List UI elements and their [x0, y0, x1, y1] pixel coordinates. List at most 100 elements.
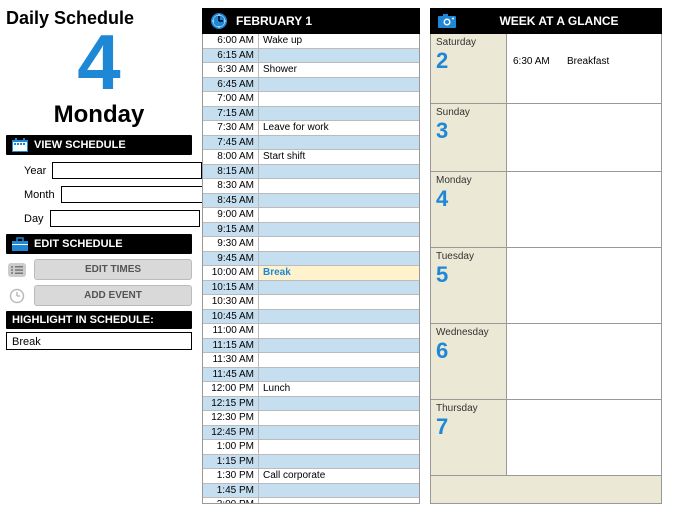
schedule-event[interactable] [259, 426, 419, 440]
schedule-row[interactable]: 6:45 AM [203, 78, 419, 93]
schedule-event[interactable] [259, 179, 419, 193]
week-event-cell[interactable] [507, 400, 661, 475]
week-row[interactable]: Wednesday6 [431, 324, 661, 400]
schedule-row[interactable]: 6:00 AMWake up [203, 34, 419, 49]
day-label: Day [24, 213, 44, 225]
schedule-row[interactable]: 12:45 PM [203, 426, 419, 441]
schedule-event[interactable]: Start shift [259, 150, 419, 164]
schedule-row[interactable]: 7:15 AM [203, 107, 419, 122]
schedule-row[interactable]: 7:45 AM [203, 136, 419, 151]
week-day-cell: Thursday7 [431, 400, 507, 475]
schedule-event[interactable] [259, 281, 419, 295]
schedule-row[interactable]: 9:30 AM [203, 237, 419, 252]
schedule-row[interactable]: 11:00 AM [203, 324, 419, 339]
schedule-time: 10:15 AM [203, 281, 259, 295]
schedule-row[interactable]: 10:45 AM [203, 310, 419, 325]
schedule-event[interactable] [259, 411, 419, 425]
schedule-event[interactable] [259, 455, 419, 469]
schedule-row[interactable]: 12:30 PM [203, 411, 419, 426]
schedule-event[interactable] [259, 368, 419, 382]
schedule-event[interactable] [259, 353, 419, 367]
week-day-number: 6 [436, 338, 501, 364]
schedule-row[interactable]: 9:15 AM [203, 223, 419, 238]
schedule-event[interactable]: Leave for work [259, 121, 419, 135]
schedule-row[interactable]: 8:15 AM [203, 165, 419, 180]
schedule-event[interactable] [259, 310, 419, 324]
schedule-event[interactable]: Lunch [259, 382, 419, 396]
schedule-row[interactable]: 12:15 PM [203, 397, 419, 412]
schedule-event[interactable] [259, 223, 419, 237]
week-event-cell[interactable]: 6:30 AMBreakfast [507, 34, 661, 103]
add-event-button[interactable]: ADD EVENT [34, 285, 192, 306]
week-row[interactable]: Sunday3 [431, 104, 661, 172]
schedule-time: 1:45 PM [203, 484, 259, 498]
week-event-label: Breakfast [567, 56, 609, 67]
schedule-event[interactable] [259, 165, 419, 179]
schedule-row[interactable]: 10:00 AMBreak [203, 266, 419, 281]
week-row[interactable]: Tuesday5 [431, 248, 661, 324]
schedule-row[interactable]: 8:30 AM [203, 179, 419, 194]
schedule-row[interactable]: 6:15 AM [203, 49, 419, 64]
week-event-cell[interactable] [507, 104, 661, 171]
week-row[interactable]: Saturday26:30 AMBreakfast [431, 34, 661, 104]
schedule-row[interactable]: 11:30 AM [203, 353, 419, 368]
schedule-event[interactable] [259, 440, 419, 454]
schedule-event[interactable] [259, 78, 419, 92]
month-input[interactable] [61, 186, 211, 203]
schedule-row[interactable]: 9:00 AM [203, 208, 419, 223]
schedule-event[interactable] [259, 49, 419, 63]
schedule-event[interactable] [259, 92, 419, 106]
week-event-cell[interactable] [507, 172, 661, 247]
schedule-body[interactable]: 6:00 AMWake up6:15 AM6:30 AMShower6:45 A… [202, 34, 420, 504]
schedule-event[interactable] [259, 324, 419, 338]
schedule-row[interactable]: 1:15 PM [203, 455, 419, 470]
schedule-event[interactable] [259, 484, 419, 498]
schedule-event[interactable] [259, 339, 419, 353]
schedule-row[interactable]: 1:30 PMCall corporate [203, 469, 419, 484]
week-day-cell: Wednesday6 [431, 324, 507, 399]
day-input[interactable] [50, 210, 200, 227]
schedule-row[interactable]: 1:00 PM [203, 440, 419, 455]
week-row[interactable]: Thursday7 [431, 400, 661, 476]
schedule-time: 9:30 AM [203, 237, 259, 251]
schedule-row[interactable]: 8:45 AM [203, 194, 419, 209]
year-label: Year [24, 165, 46, 177]
schedule-row[interactable]: 9:45 AM [203, 252, 419, 267]
schedule-event[interactable] [259, 252, 419, 266]
schedule-time: 10:30 AM [203, 295, 259, 309]
schedule-row[interactable]: 10:15 AM [203, 281, 419, 296]
year-input[interactable] [52, 162, 202, 179]
schedule-event[interactable]: Wake up [259, 34, 419, 48]
schedule-time: 8:45 AM [203, 194, 259, 208]
week-row[interactable]: Monday4 [431, 172, 661, 248]
clock-icon [210, 12, 228, 30]
schedule-row[interactable]: 2:00 PM [203, 498, 419, 504]
schedule-row[interactable]: 11:45 AM [203, 368, 419, 383]
schedule-row[interactable]: 7:30 AMLeave for work [203, 121, 419, 136]
schedule-event[interactable] [259, 237, 419, 251]
week-body[interactable]: Saturday26:30 AMBreakfastSunday3Monday4T… [430, 34, 662, 504]
schedule-event[interactable]: Call corporate [259, 469, 419, 483]
schedule-event[interactable] [259, 397, 419, 411]
schedule-row[interactable]: 7:00 AM [203, 92, 419, 107]
week-day-cell: Monday4 [431, 172, 507, 247]
highlight-value[interactable]: Break [6, 332, 192, 350]
schedule-event[interactable] [259, 208, 419, 222]
schedule-row[interactable]: 12:00 PMLunch [203, 382, 419, 397]
schedule-event[interactable]: Break [259, 266, 419, 280]
schedule-row[interactable]: 1:45 PM [203, 484, 419, 499]
week-event-cell[interactable] [507, 248, 661, 323]
schedule-row[interactable]: 6:30 AMShower [203, 63, 419, 78]
schedule-event[interactable] [259, 194, 419, 208]
schedule-event[interactable] [259, 136, 419, 150]
week-event-cell[interactable] [507, 324, 661, 399]
schedule-event[interactable] [259, 107, 419, 121]
schedule-event[interactable] [259, 295, 419, 309]
schedule-event[interactable] [259, 498, 419, 504]
edit-times-button[interactable]: EDIT TIMES [34, 259, 192, 280]
schedule-row[interactable]: 8:00 AMStart shift [203, 150, 419, 165]
schedule-event[interactable]: Shower [259, 63, 419, 77]
schedule-time: 9:00 AM [203, 208, 259, 222]
schedule-row[interactable]: 11:15 AM [203, 339, 419, 354]
schedule-row[interactable]: 10:30 AM [203, 295, 419, 310]
